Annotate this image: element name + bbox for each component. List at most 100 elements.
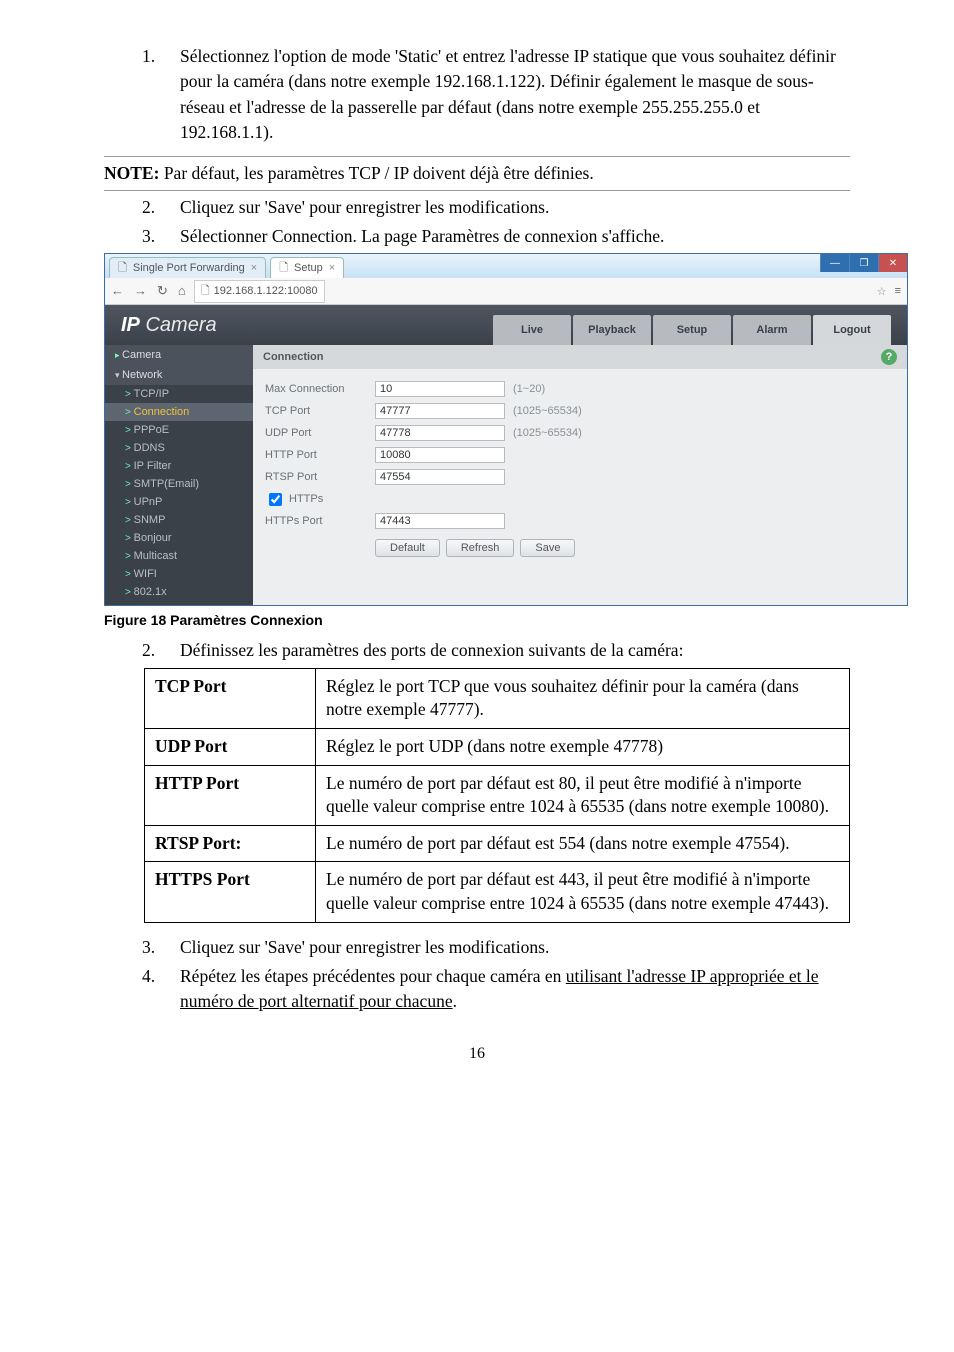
field-label: HTTPs Port bbox=[265, 515, 375, 527]
http-port-input[interactable] bbox=[375, 447, 505, 463]
row-max-connection: Max Connection (1~20) bbox=[265, 379, 895, 399]
tab-logout[interactable]: Logout bbox=[813, 315, 891, 345]
port-desc: Réglez le port UDP (dans notre exemple 4… bbox=[316, 728, 850, 765]
note-text: Par défaut, les paramètres TCP / IP doiv… bbox=[159, 163, 593, 183]
table-row: TCP PortRéglez le port TCP que vous souh… bbox=[145, 668, 850, 728]
refresh-button[interactable]: Refresh bbox=[446, 539, 515, 557]
close-icon[interactable]: × bbox=[251, 262, 257, 274]
bookmark-icon[interactable]: ☆ bbox=[877, 285, 887, 298]
port-name: TCP Port bbox=[145, 668, 316, 728]
address-bar[interactable]: 🗋 192.168.1.122:10080 bbox=[194, 280, 325, 303]
save-button[interactable]: Save bbox=[520, 539, 575, 557]
tab-setup[interactable]: Setup bbox=[653, 315, 731, 345]
list-number: 3. bbox=[104, 935, 180, 960]
embedded-screenshot: 🗋 Single Port Forwarding × 🗋 Setup × — ❐… bbox=[104, 253, 908, 606]
tab-alarm[interactable]: Alarm bbox=[733, 315, 811, 345]
tab-title: Setup bbox=[294, 262, 323, 274]
browser-tab-2[interactable]: 🗋 Setup × bbox=[270, 257, 344, 278]
port-table: TCP PortRéglez le port TCP que vous souh… bbox=[144, 668, 850, 923]
port-name: UDP Port bbox=[145, 728, 316, 765]
list-item-1: 1. Sélectionnez l'option de mode 'Static… bbox=[104, 44, 850, 146]
list-item-repeat: 4. Répétez les étapes précédentes pour c… bbox=[104, 964, 850, 1015]
sidebar-item-ipfilter[interactable]: IP Filter bbox=[105, 457, 253, 475]
home-icon[interactable]: ⌂ bbox=[178, 283, 186, 299]
content-panel: Connection ? Max Connection (1~20) TCP P… bbox=[253, 345, 907, 605]
maximize-button[interactable]: ❐ bbox=[849, 254, 878, 272]
row-https-enable: HTTPs bbox=[265, 489, 895, 509]
https-port-input[interactable] bbox=[375, 513, 505, 529]
list-text: Sélectionnez l'option de mode 'Static' e… bbox=[180, 44, 850, 146]
figure-caption: Figure 18 Paramètres Connexion bbox=[104, 612, 850, 628]
row-udp-port: UDP Port (1025~65534) bbox=[265, 423, 895, 443]
sidebar-item-snmp[interactable]: SNMP bbox=[105, 511, 253, 529]
port-desc: Le numéro de port par défaut est 80, il … bbox=[316, 765, 850, 825]
field-label: RTSP Port bbox=[265, 471, 375, 483]
page-icon: 🗋 bbox=[279, 259, 288, 278]
sidebar-item-multicast[interactable]: Multicast bbox=[105, 547, 253, 565]
port-desc: Le numéro de port par défaut est 554 (da… bbox=[316, 825, 850, 862]
sidebar-item-smtp[interactable]: SMTP(Email) bbox=[105, 475, 253, 493]
list-text: Cliquez sur 'Save' pour enregistrer les … bbox=[180, 195, 850, 220]
tcp-port-input[interactable] bbox=[375, 403, 505, 419]
table-row: HTTP PortLe numéro de port par défaut es… bbox=[145, 765, 850, 825]
url-text: 192.168.1.122:10080 bbox=[214, 285, 318, 297]
sidebar-item-8021x[interactable]: 802.1x bbox=[105, 583, 253, 601]
menu-icon[interactable]: ≡ bbox=[895, 285, 901, 297]
row-http-port: HTTP Port bbox=[265, 445, 895, 465]
list-item-save: 3. Cliquez sur 'Save' pour enregistrer l… bbox=[104, 935, 850, 960]
tab-playback[interactable]: Playback bbox=[573, 315, 651, 345]
field-label: UDP Port bbox=[265, 427, 375, 439]
max-connection-input[interactable] bbox=[375, 381, 505, 397]
sidebar-group-network[interactable]: Network bbox=[105, 365, 253, 385]
sidebar-item-wifi[interactable]: WIFI bbox=[105, 565, 253, 583]
field-hint: (1025~65534) bbox=[513, 405, 582, 417]
page-icon: 🗋 bbox=[201, 282, 210, 301]
https-checkbox[interactable] bbox=[269, 493, 282, 506]
row-https-port: HTTPs Port bbox=[265, 511, 895, 531]
row-tcp-port: TCP Port (1025~65534) bbox=[265, 401, 895, 421]
rtsp-port-input[interactable] bbox=[375, 469, 505, 485]
port-desc: Réglez le port TCP que vous souhaitez dé… bbox=[316, 668, 850, 728]
tab-title: Single Port Forwarding bbox=[133, 262, 245, 274]
udp-port-input[interactable] bbox=[375, 425, 505, 441]
field-hint: (1~20) bbox=[513, 383, 545, 395]
brand-logo: IP Camera bbox=[121, 314, 217, 337]
sidebar-item-tcpip[interactable]: TCP/IP bbox=[105, 385, 253, 403]
close-icon[interactable]: × bbox=[329, 262, 335, 274]
panel-header: Connection ? bbox=[253, 345, 907, 369]
app-header: IP Camera Live Playback Setup Alarm Logo… bbox=[105, 305, 907, 345]
list-text: Sélectionner Connection. La page Paramèt… bbox=[180, 224, 850, 249]
default-button[interactable]: Default bbox=[375, 539, 440, 557]
list-number: 2. bbox=[104, 195, 180, 220]
sidebar-group-camera[interactable]: Camera bbox=[105, 345, 253, 365]
list-number: 2. bbox=[104, 638, 180, 663]
list-number: 1. bbox=[104, 44, 180, 146]
list-number: 4. bbox=[104, 964, 180, 1015]
port-name: RTSP Port: bbox=[145, 825, 316, 862]
list-text: Définissez les paramètres des ports de c… bbox=[180, 638, 850, 663]
sidebar-item-upnp[interactable]: UPnP bbox=[105, 493, 253, 511]
note-label: NOTE: bbox=[104, 163, 159, 183]
port-name: HTTPS Port bbox=[145, 862, 316, 922]
sidebar-item-ddns[interactable]: DDNS bbox=[105, 439, 253, 457]
field-label: HTTP Port bbox=[265, 449, 375, 461]
list-item-2: 2. Cliquez sur 'Save' pour enregistrer l… bbox=[104, 195, 850, 220]
browser-tab-1[interactable]: 🗋 Single Port Forwarding × bbox=[109, 257, 266, 278]
help-icon[interactable]: ? bbox=[881, 349, 897, 365]
close-button[interactable]: ✕ bbox=[878, 254, 907, 272]
sidebar-item-bonjour[interactable]: Bonjour bbox=[105, 529, 253, 547]
list-number: 3. bbox=[104, 224, 180, 249]
sidebar-item-pppoe[interactable]: PPPoE bbox=[105, 421, 253, 439]
panel-title: Connection bbox=[263, 351, 324, 363]
list-text: Cliquez sur 'Save' pour enregistrer les … bbox=[180, 935, 850, 960]
sidebar-item-connection[interactable]: Connection bbox=[105, 403, 253, 421]
tab-live[interactable]: Live bbox=[493, 315, 571, 345]
page-icon: 🗋 bbox=[118, 259, 127, 278]
minimize-button[interactable]: — bbox=[820, 254, 849, 272]
forward-icon[interactable]: → bbox=[134, 283, 147, 299]
port-desc: Le numéro de port par défaut est 443, il… bbox=[316, 862, 850, 922]
table-row: RTSP Port:Le numéro de port par défaut e… bbox=[145, 825, 850, 862]
back-icon[interactable]: ← bbox=[111, 283, 124, 299]
reload-icon[interactable]: ↻ bbox=[157, 283, 168, 299]
page-number: 16 bbox=[104, 1045, 850, 1063]
